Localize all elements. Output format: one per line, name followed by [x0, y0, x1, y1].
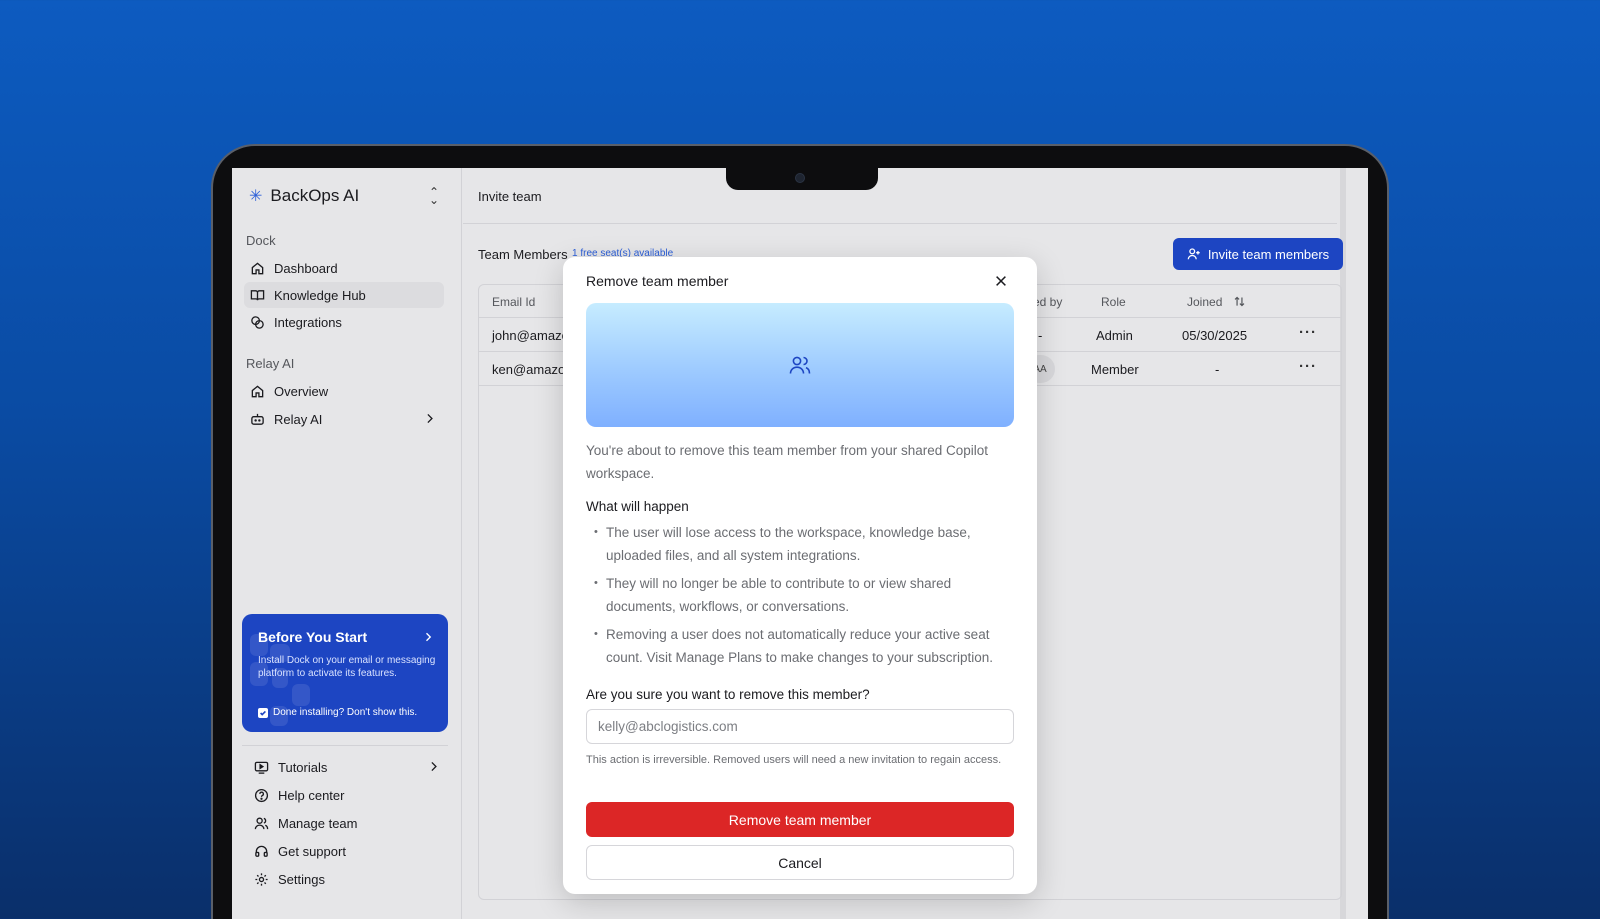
modal-hero-banner	[586, 303, 1014, 427]
remove-member-button[interactable]: Remove team member	[586, 802, 1014, 837]
more-options-icon[interactable]: ···	[1299, 358, 1317, 375]
list-item: The user will lose access to the workspa…	[586, 521, 1016, 567]
sidebar-item-tutorials[interactable]: Tutorials	[248, 754, 448, 780]
sidebar-item-integrations[interactable]: Integrations	[244, 309, 444, 335]
what-will-happen-heading: What will happen	[586, 499, 689, 514]
row-role: Member	[1091, 362, 1139, 377]
book-icon	[250, 289, 265, 300]
sidebar-item-label: Knowledge Hub	[274, 287, 366, 303]
before-you-start-card[interactable]: Before You Start Install Dock on your em…	[242, 614, 448, 732]
user-plus-icon	[1187, 248, 1200, 260]
users-icon	[254, 816, 269, 829]
sidebar-item-label: Integrations	[274, 314, 342, 330]
promo-title: Before You Start	[258, 629, 368, 645]
modal-title: Remove team member	[586, 273, 729, 289]
users-icon	[789, 356, 811, 374]
page-title: Invite team	[478, 189, 542, 204]
sidebar-item-settings[interactable]: Settings	[248, 866, 448, 892]
home-icon	[251, 261, 264, 274]
chevron-right-icon	[427, 413, 433, 424]
sidebar-item-manage-team[interactable]: Manage team	[248, 810, 448, 836]
sidebar-item-label: Dashboard	[274, 260, 338, 276]
section-label-dock: Dock	[246, 233, 276, 248]
sidebar-item-knowledge-hub[interactable]: Knowledge Hub	[244, 282, 444, 308]
row-role: Admin	[1096, 328, 1133, 343]
column-header-email[interactable]: Email Id	[492, 295, 535, 309]
camera-icon	[795, 173, 805, 183]
camera-notch	[726, 168, 878, 190]
divider	[242, 745, 448, 746]
consequences-list: The user will lose access to the workspa…	[586, 521, 1016, 674]
sidebar-item-get-support[interactable]: Get support	[248, 838, 448, 864]
modal-description: You're about to remove this team member …	[586, 443, 989, 481]
cancel-button[interactable]: Cancel	[586, 845, 1014, 880]
section-label-relay: Relay AI	[246, 356, 295, 371]
sidebar-item-label: Overview	[274, 383, 329, 399]
video-icon	[254, 761, 269, 774]
confirm-question: Are you sure you want to remove this mem…	[586, 687, 870, 702]
brand[interactable]: ✳ BackOps AI	[249, 186, 359, 206]
gear-icon	[255, 872, 268, 886]
more-options-icon[interactable]: ···	[1299, 324, 1317, 341]
sidebar-item-label: Manage team	[278, 815, 358, 831]
bot-icon	[251, 413, 264, 425]
dont-show-checkbox[interactable]: Done installing? Don't show this.	[258, 707, 417, 718]
headset-icon	[255, 845, 268, 857]
sidebar-item-label: Settings	[278, 871, 325, 887]
irreversible-note: This action is irreversible. Removed use…	[586, 754, 1002, 766]
sidebar-item-label: Get support	[278, 843, 346, 859]
logo-icon: ✳	[249, 188, 263, 205]
column-header-joined[interactable]: Joined	[1187, 295, 1222, 309]
sidebar-item-relay-ai[interactable]: Relay AI	[244, 406, 444, 432]
confirm-email-input[interactable]	[586, 709, 1014, 744]
workspace-switcher-icon[interactable]: ⌃ ⌄	[429, 186, 439, 206]
row-invited-by: -	[1038, 328, 1043, 343]
sidebar-item-label: Tutorials	[278, 759, 328, 775]
sidebar: ✳ BackOps AI ⌃ ⌄ Dock Dashboard Knowledge…	[232, 168, 462, 919]
list-item: They will no longer be able to contribut…	[586, 572, 1016, 618]
home-icon	[251, 384, 264, 397]
checkbox-label: Done installing? Don't show this.	[273, 707, 418, 718]
sidebar-item-dashboard[interactable]: Dashboard	[244, 255, 444, 281]
sidebar-item-help-center[interactable]: Help center	[248, 782, 448, 808]
invite-team-members-button[interactable]: Invite team members	[1173, 238, 1343, 270]
brand-name: BackOps AI	[270, 186, 360, 205]
close-icon[interactable]	[994, 274, 1008, 288]
list-item: Removing a user does not automatically r…	[586, 623, 1016, 669]
remove-member-modal: Remove team member You're about to remov…	[563, 257, 1037, 894]
link-icon	[251, 315, 264, 329]
row-joined: 05/30/2025	[1182, 328, 1248, 343]
promo-text: Install Dock on your email or messaging …	[258, 655, 436, 679]
invite-button-label: Invite team members	[1207, 246, 1330, 262]
column-header-role[interactable]: Role	[1101, 295, 1126, 309]
topbar: Invite team	[463, 168, 1337, 224]
sidebar-item-overview[interactable]: Overview	[244, 378, 444, 404]
row-joined: -	[1215, 362, 1220, 377]
checkbox-checked-icon[interactable]	[258, 707, 268, 718]
sort-icon[interactable]	[1233, 295, 1246, 308]
help-icon	[254, 788, 269, 802]
chevron-right-icon	[431, 761, 437, 772]
chevron-right-icon[interactable]	[422, 631, 434, 643]
team-members-title: Team Members	[478, 247, 568, 262]
sidebar-item-label: Relay AI	[274, 411, 323, 427]
row-email: ken@amazon	[492, 362, 573, 377]
sidebar-item-label: Help center	[278, 787, 345, 803]
decoration	[292, 684, 310, 706]
